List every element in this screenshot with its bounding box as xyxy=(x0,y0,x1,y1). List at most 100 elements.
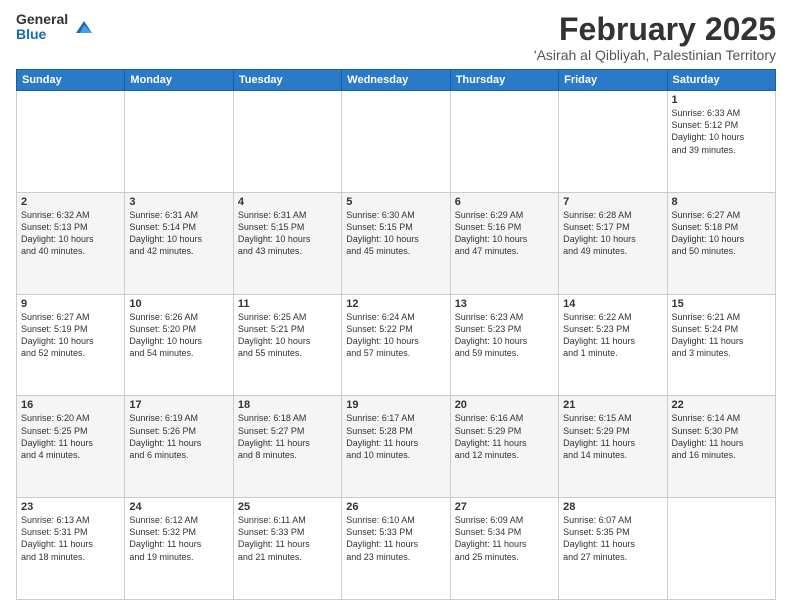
day-number: 13 xyxy=(455,298,554,310)
day-number: 28 xyxy=(563,501,662,513)
day-info: Sunrise: 6:21 AM Sunset: 5:24 PM Dayligh… xyxy=(672,311,771,360)
day-cell: 9Sunrise: 6:27 AM Sunset: 5:19 PM Daylig… xyxy=(17,294,125,396)
day-number: 3 xyxy=(129,196,228,208)
day-cell: 24Sunrise: 6:12 AM Sunset: 5:32 PM Dayli… xyxy=(125,498,233,600)
day-cell: 14Sunrise: 6:22 AM Sunset: 5:23 PM Dayli… xyxy=(559,294,667,396)
logo: General Blue xyxy=(16,12,96,43)
day-info: Sunrise: 6:25 AM Sunset: 5:21 PM Dayligh… xyxy=(238,311,337,360)
day-cell xyxy=(17,91,125,193)
day-cell: 7Sunrise: 6:28 AM Sunset: 5:17 PM Daylig… xyxy=(559,192,667,294)
day-info: Sunrise: 6:27 AM Sunset: 5:19 PM Dayligh… xyxy=(21,311,120,360)
day-number: 20 xyxy=(455,399,554,411)
day-number: 4 xyxy=(238,196,337,208)
title-block: February 2025 'Asirah al Qibliyah, Pales… xyxy=(534,12,776,63)
day-number: 18 xyxy=(238,399,337,411)
day-info: Sunrise: 6:22 AM Sunset: 5:23 PM Dayligh… xyxy=(563,311,662,360)
day-cell: 20Sunrise: 6:16 AM Sunset: 5:29 PM Dayli… xyxy=(450,396,558,498)
calendar-table: SundayMondayTuesdayWednesdayThursdayFrid… xyxy=(16,69,776,600)
week-row-3: 16Sunrise: 6:20 AM Sunset: 5:25 PM Dayli… xyxy=(17,396,776,498)
logo-general-text: General xyxy=(16,12,68,27)
day-info: Sunrise: 6:29 AM Sunset: 5:16 PM Dayligh… xyxy=(455,209,554,258)
week-row-0: 1Sunrise: 6:33 AM Sunset: 5:12 PM Daylig… xyxy=(17,91,776,193)
day-info: Sunrise: 6:28 AM Sunset: 5:17 PM Dayligh… xyxy=(563,209,662,258)
day-cell: 17Sunrise: 6:19 AM Sunset: 5:26 PM Dayli… xyxy=(125,396,233,498)
day-info: Sunrise: 6:30 AM Sunset: 5:15 PM Dayligh… xyxy=(346,209,445,258)
day-number: 25 xyxy=(238,501,337,513)
col-header-tuesday: Tuesday xyxy=(233,70,341,91)
week-row-1: 2Sunrise: 6:32 AM Sunset: 5:13 PM Daylig… xyxy=(17,192,776,294)
day-number: 6 xyxy=(455,196,554,208)
day-number: 16 xyxy=(21,399,120,411)
day-number: 21 xyxy=(563,399,662,411)
day-cell xyxy=(667,498,775,600)
day-info: Sunrise: 6:32 AM Sunset: 5:13 PM Dayligh… xyxy=(21,209,120,258)
day-cell xyxy=(559,91,667,193)
day-cell xyxy=(450,91,558,193)
day-cell: 16Sunrise: 6:20 AM Sunset: 5:25 PM Dayli… xyxy=(17,396,125,498)
day-info: Sunrise: 6:14 AM Sunset: 5:30 PM Dayligh… xyxy=(672,412,771,461)
col-header-thursday: Thursday xyxy=(450,70,558,91)
day-info: Sunrise: 6:07 AM Sunset: 5:35 PM Dayligh… xyxy=(563,514,662,563)
day-cell: 5Sunrise: 6:30 AM Sunset: 5:15 PM Daylig… xyxy=(342,192,450,294)
day-number: 2 xyxy=(21,196,120,208)
day-cell: 18Sunrise: 6:18 AM Sunset: 5:27 PM Dayli… xyxy=(233,396,341,498)
day-info: Sunrise: 6:26 AM Sunset: 5:20 PM Dayligh… xyxy=(129,311,228,360)
logo-blue-text: Blue xyxy=(16,27,68,42)
day-cell: 8Sunrise: 6:27 AM Sunset: 5:18 PM Daylig… xyxy=(667,192,775,294)
day-number: 22 xyxy=(672,399,771,411)
day-info: Sunrise: 6:16 AM Sunset: 5:29 PM Dayligh… xyxy=(455,412,554,461)
day-info: Sunrise: 6:19 AM Sunset: 5:26 PM Dayligh… xyxy=(129,412,228,461)
day-number: 19 xyxy=(346,399,445,411)
day-info: Sunrise: 6:13 AM Sunset: 5:31 PM Dayligh… xyxy=(21,514,120,563)
day-number: 8 xyxy=(672,196,771,208)
day-cell xyxy=(342,91,450,193)
day-number: 15 xyxy=(672,298,771,310)
day-cell: 3Sunrise: 6:31 AM Sunset: 5:14 PM Daylig… xyxy=(125,192,233,294)
day-cell: 23Sunrise: 6:13 AM Sunset: 5:31 PM Dayli… xyxy=(17,498,125,600)
day-info: Sunrise: 6:12 AM Sunset: 5:32 PM Dayligh… xyxy=(129,514,228,563)
day-number: 7 xyxy=(563,196,662,208)
col-header-wednesday: Wednesday xyxy=(342,70,450,91)
day-cell: 11Sunrise: 6:25 AM Sunset: 5:21 PM Dayli… xyxy=(233,294,341,396)
day-info: Sunrise: 6:18 AM Sunset: 5:27 PM Dayligh… xyxy=(238,412,337,461)
week-row-4: 23Sunrise: 6:13 AM Sunset: 5:31 PM Dayli… xyxy=(17,498,776,600)
day-cell: 4Sunrise: 6:31 AM Sunset: 5:15 PM Daylig… xyxy=(233,192,341,294)
location-subtitle: 'Asirah al Qibliyah, Palestinian Territo… xyxy=(534,47,776,63)
col-header-saturday: Saturday xyxy=(667,70,775,91)
day-info: Sunrise: 6:11 AM Sunset: 5:33 PM Dayligh… xyxy=(238,514,337,563)
day-number: 10 xyxy=(129,298,228,310)
day-cell: 27Sunrise: 6:09 AM Sunset: 5:34 PM Dayli… xyxy=(450,498,558,600)
day-cell: 21Sunrise: 6:15 AM Sunset: 5:29 PM Dayli… xyxy=(559,396,667,498)
day-cell: 22Sunrise: 6:14 AM Sunset: 5:30 PM Dayli… xyxy=(667,396,775,498)
day-cell: 28Sunrise: 6:07 AM Sunset: 5:35 PM Dayli… xyxy=(559,498,667,600)
day-info: Sunrise: 6:33 AM Sunset: 5:12 PM Dayligh… xyxy=(672,107,771,156)
day-info: Sunrise: 6:31 AM Sunset: 5:14 PM Dayligh… xyxy=(129,209,228,258)
month-title: February 2025 xyxy=(534,12,776,47)
day-number: 9 xyxy=(21,298,120,310)
day-number: 17 xyxy=(129,399,228,411)
day-info: Sunrise: 6:15 AM Sunset: 5:29 PM Dayligh… xyxy=(563,412,662,461)
day-info: Sunrise: 6:10 AM Sunset: 5:33 PM Dayligh… xyxy=(346,514,445,563)
day-number: 1 xyxy=(672,94,771,106)
col-header-monday: Monday xyxy=(125,70,233,91)
col-header-sunday: Sunday xyxy=(17,70,125,91)
day-cell: 15Sunrise: 6:21 AM Sunset: 5:24 PM Dayli… xyxy=(667,294,775,396)
day-number: 26 xyxy=(346,501,445,513)
day-cell xyxy=(233,91,341,193)
page: General Blue February 2025 'Asirah al Qi… xyxy=(0,0,792,612)
day-cell xyxy=(125,91,233,193)
day-info: Sunrise: 6:27 AM Sunset: 5:18 PM Dayligh… xyxy=(672,209,771,258)
day-number: 27 xyxy=(455,501,554,513)
day-number: 14 xyxy=(563,298,662,310)
day-number: 11 xyxy=(238,298,337,310)
day-info: Sunrise: 6:23 AM Sunset: 5:23 PM Dayligh… xyxy=(455,311,554,360)
day-cell: 2Sunrise: 6:32 AM Sunset: 5:13 PM Daylig… xyxy=(17,192,125,294)
day-cell: 1Sunrise: 6:33 AM Sunset: 5:12 PM Daylig… xyxy=(667,91,775,193)
day-number: 23 xyxy=(21,501,120,513)
day-number: 24 xyxy=(129,501,228,513)
day-cell: 10Sunrise: 6:26 AM Sunset: 5:20 PM Dayli… xyxy=(125,294,233,396)
day-cell: 12Sunrise: 6:24 AM Sunset: 5:22 PM Dayli… xyxy=(342,294,450,396)
calendar-header-row: SundayMondayTuesdayWednesdayThursdayFrid… xyxy=(17,70,776,91)
day-cell: 25Sunrise: 6:11 AM Sunset: 5:33 PM Dayli… xyxy=(233,498,341,600)
day-number: 5 xyxy=(346,196,445,208)
